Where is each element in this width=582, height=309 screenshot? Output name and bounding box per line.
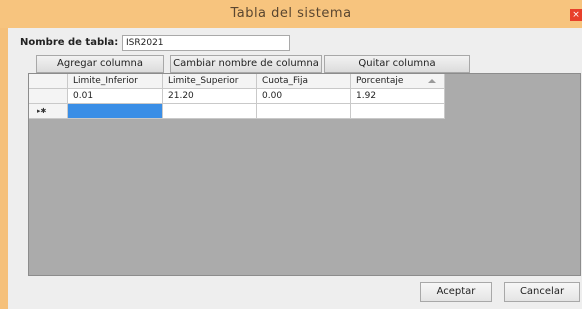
column-header-cuota-fija[interactable]: Cuota_Fija <box>257 74 351 89</box>
table-cell[interactable]: 0.00 <box>257 89 351 104</box>
table-name-label: Nombre de tabla: <box>20 37 119 48</box>
sort-ascending-icon <box>428 79 436 83</box>
column-header-porcentaje-label: Porcentaje <box>356 76 404 86</box>
rename-column-button[interactable]: Cambiar nombre de columna <box>170 55 322 73</box>
column-header-limite-inferior[interactable]: Limite_Inferior <box>68 74 163 89</box>
remove-column-button[interactable]: Quitar columna <box>324 55 470 73</box>
column-header-porcentaje[interactable]: Porcentaje <box>351 74 445 89</box>
selected-cell[interactable] <box>68 104 163 119</box>
data-grid[interactable]: Limite_Inferior Limite_Superior Cuota_Fi… <box>28 73 581 276</box>
title-bar: Tabla del sistema × <box>0 0 582 28</box>
cancel-button[interactable]: Cancelar <box>504 282 580 302</box>
table-cell[interactable]: 1.92 <box>351 89 445 104</box>
table-cell[interactable]: 21.20 <box>163 89 257 104</box>
table-cell[interactable] <box>163 104 257 119</box>
close-icon: × <box>572 10 580 20</box>
window-title: Tabla del sistema <box>230 6 352 21</box>
table-cell[interactable] <box>257 104 351 119</box>
table-cell[interactable] <box>351 104 445 119</box>
add-column-button[interactable]: Agregar columna <box>36 55 164 73</box>
table-name-input[interactable] <box>122 35 290 51</box>
table-cell[interactable]: 0.01 <box>68 89 163 104</box>
grid-corner-header <box>29 74 68 89</box>
new-row-header[interactable]: ▸✱ <box>29 104 68 119</box>
new-row-icon: ▸✱ <box>37 107 47 115</box>
column-header-limite-superior[interactable]: Limite_Superior <box>163 74 257 89</box>
accept-button[interactable]: Aceptar <box>420 282 492 302</box>
row-header[interactable] <box>29 89 68 104</box>
close-button[interactable]: × <box>570 9 582 21</box>
